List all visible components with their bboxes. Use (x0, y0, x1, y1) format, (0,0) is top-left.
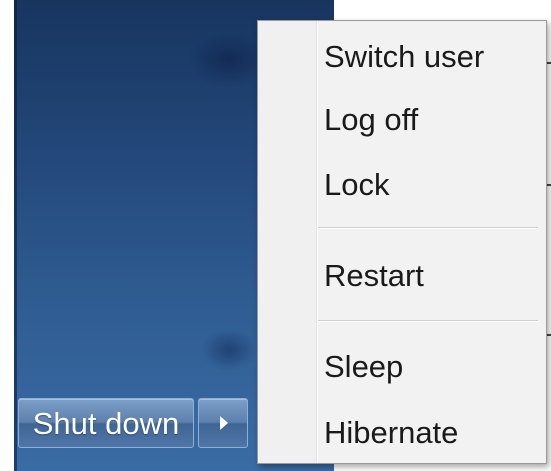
power-options-menu: Switch user Log off Lock Restart Sleep H… (257, 20, 547, 464)
start-menu-edge (14, 0, 17, 471)
divider (547, 334, 551, 336)
menu-item-log-off[interactable]: Log off (322, 92, 534, 148)
menu-item-switch-user[interactable]: Switch user (322, 29, 534, 85)
menu-item-hibernate[interactable]: Hibernate (322, 405, 534, 461)
shut-down-options-button[interactable] (198, 398, 248, 448)
menu-separator (318, 320, 538, 322)
menu-item-lock[interactable]: Lock (322, 157, 534, 213)
menu-item-sleep[interactable]: Sleep (322, 339, 534, 395)
divider (317, 21, 318, 463)
screen: Shut down Switch user Log off Lock Resta… (0, 0, 551, 471)
menu-separator (318, 227, 538, 229)
menu-item-restart[interactable]: Restart (322, 248, 534, 304)
divider (547, 184, 551, 186)
menu-icon-gutter (258, 21, 317, 463)
divider (547, 62, 551, 64)
shut-down-button[interactable]: Shut down (18, 398, 194, 448)
triangle-right-icon (220, 416, 228, 430)
